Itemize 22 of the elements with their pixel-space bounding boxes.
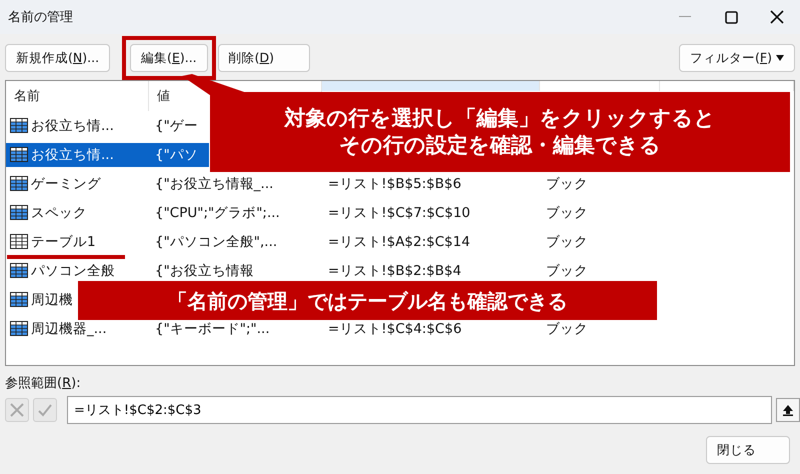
table-cell-text: =リスト!$C$7:$C$10 bbox=[327, 204, 472, 222]
table-cell-text: {"お役立ち情報 bbox=[154, 262, 255, 280]
table-cell-text: {"キーボード";"... bbox=[154, 320, 271, 338]
table-cell-text: ブック bbox=[545, 174, 589, 194]
table-cell-text: ブック bbox=[545, 320, 589, 338]
table-cell-text: ブック bbox=[545, 232, 589, 252]
table-cell-text: {"お役立ち情報_... bbox=[154, 174, 274, 194]
table-cell-text: ブック bbox=[545, 262, 589, 280]
table-cell-text: =リスト!$C$4:$C$6 bbox=[327, 320, 463, 338]
reference-label: 参照範囲(R): bbox=[4, 375, 82, 393]
table-cell-text: {"CPU";"グラボ";... bbox=[154, 204, 281, 222]
table-cell-text: {"ゲー bbox=[154, 116, 199, 136]
callout-text: 対象の行を選択し「編集」をクリックすると bbox=[284, 104, 716, 132]
table-cell-text: {"パソコン全般",... bbox=[154, 232, 278, 252]
table-cell-text: =リスト!$B$2:$B$4 bbox=[327, 262, 462, 280]
table-cell: {"パソ bbox=[149, 142, 209, 166]
table-cell-text: ブック bbox=[545, 204, 589, 222]
callout-text: 「名前の管理」ではテーブル名も確認できる bbox=[168, 288, 568, 314]
window-title: 名前の管理 bbox=[8, 9, 74, 26]
table-cell-text: =リスト!$B$5:$B$6 bbox=[327, 174, 462, 194]
table-cell-text: =リスト!$A$2:$C$14 bbox=[327, 232, 472, 252]
callout-text: その行の設定を確認・編集できる bbox=[339, 132, 661, 159]
